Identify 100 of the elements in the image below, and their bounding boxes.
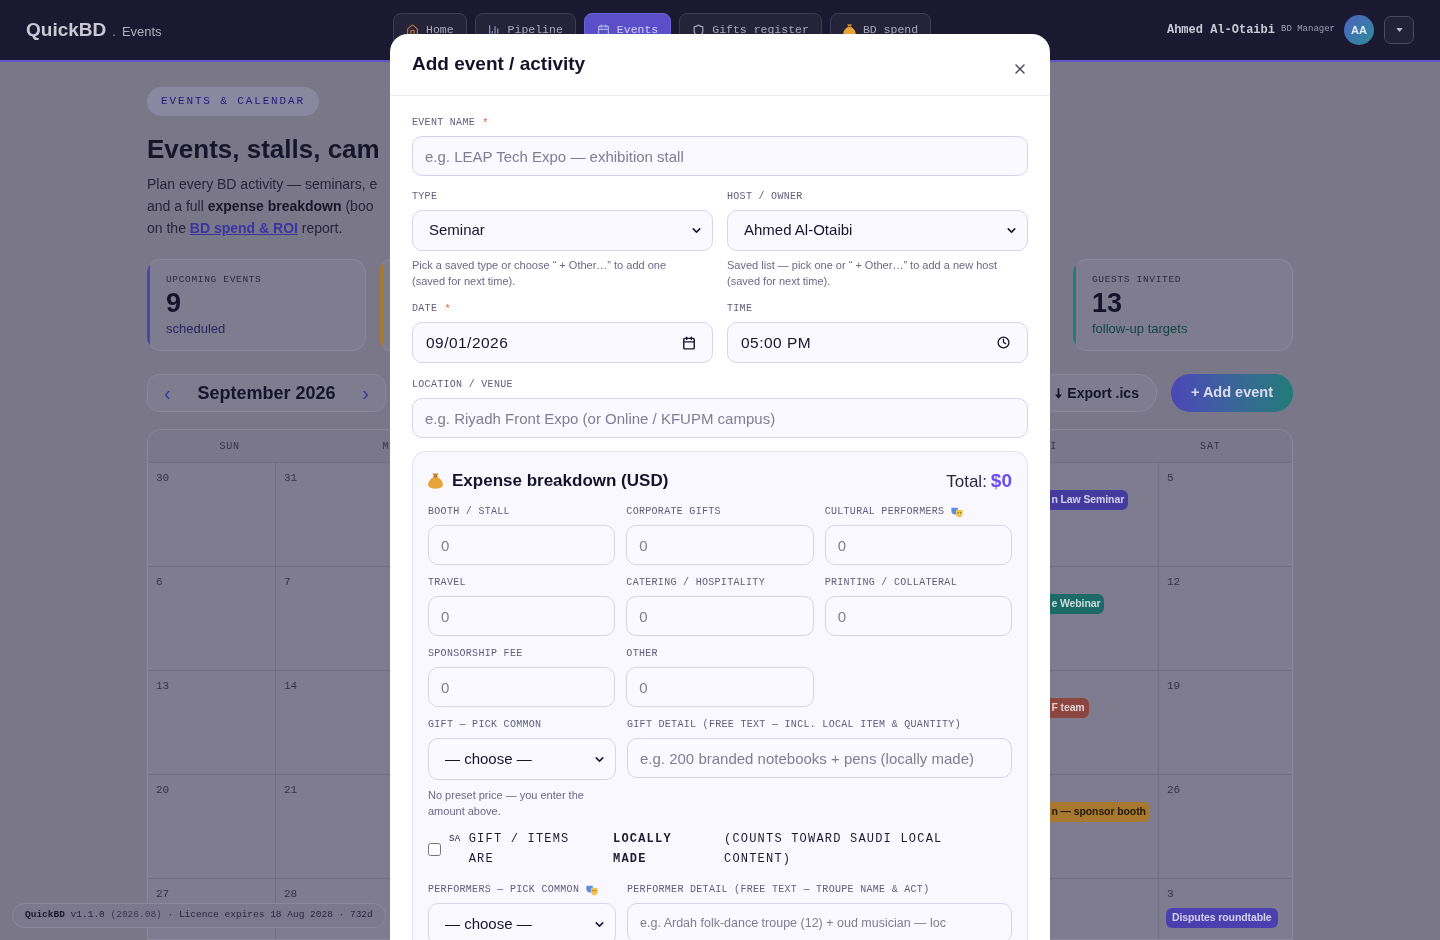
user-avatar[interactable]: AA: [1344, 15, 1374, 45]
day-number: 3: [1167, 888, 1174, 901]
day-number: 12: [1167, 576, 1181, 589]
performers-select[interactable]: — choose —: [428, 903, 616, 940]
user-role: BD Manager: [1281, 23, 1335, 37]
field-label: TYPE: [412, 191, 438, 203]
theater-masks-icon: [586, 884, 599, 896]
intro-paragraph: Plan every BD activity — seminars, e and a full expense breakdown (boo on the BD spend & ROI report.: [147, 175, 378, 238]
amount-field[interactable]: 0: [428, 596, 616, 636]
add-event-button[interactable]: + Add event: [1170, 374, 1293, 412]
type-select[interactable]: Seminar: [412, 210, 713, 251]
date-field[interactable]: 09/01/2026: [412, 322, 713, 363]
licence-text: · Licence expires 18 Aug 2028 · 732d: [167, 908, 373, 923]
field-label: PRINTING / COLLATERAL: [824, 577, 957, 589]
day-number: 27: [156, 888, 170, 901]
field-label: TIME: [727, 303, 753, 315]
calendar-icon[interactable]: [682, 335, 696, 350]
day-number: 21: [284, 784, 298, 797]
build-text: (2026.08): [110, 908, 162, 923]
amount-field[interactable]: 0: [428, 667, 616, 707]
section-tag: EVENTS & CALENDAR: [147, 87, 319, 116]
day-number: 19: [1167, 680, 1181, 693]
clock-icon[interactable]: [997, 336, 1010, 349]
user-name: Ahmed Al-Otaibi: [1166, 22, 1275, 39]
app-logo[interactable]: QuickBD: [26, 15, 107, 45]
checkbox-label: (COUNTS TOWARD SAUDI LOCAL CONTENT): [724, 832, 943, 866]
event-chip[interactable]: e Webinar: [1050, 594, 1105, 614]
close-icon: [1012, 61, 1028, 77]
required-mark: *: [482, 117, 489, 129]
location-field[interactable]: e.g. Riyadh Front Expo (or Online / KFUPM campus): [412, 398, 1028, 438]
field-label: GIFT DETAIL (FREE TEXT — INCL. LOCAL ITEM & QUANTITY): [627, 719, 961, 731]
field-label: PERFORMERS — PICK COMMON: [428, 884, 580, 896]
section-title: Events: [121, 22, 162, 41]
total-amount: $0: [990, 468, 1012, 493]
app-name: QuickBD: [25, 908, 65, 923]
version-text: v1.1.0: [70, 908, 105, 923]
field-hint: Saved list — pick one or “ + Other…” to add a new host (saved for next time).: [727, 258, 998, 289]
gift-detail-field[interactable]: e.g. 200 branded notebooks + pens (locally made): [627, 738, 1012, 778]
caret-icon: [1395, 28, 1403, 32]
event-chip[interactable]: F team: [1050, 698, 1089, 718]
month-title: September 2026: [197, 381, 336, 405]
money-bag-icon: [428, 473, 443, 489]
stat-label: GUESTS INVITED: [1092, 274, 1182, 286]
day-number: 14: [284, 680, 298, 693]
amount-field[interactable]: 0: [824, 525, 1012, 565]
checkbox-label: LOCALLY MADE: [613, 832, 672, 866]
stat-note: follow-up targets: [1092, 320, 1188, 338]
amount-field[interactable]: 0: [626, 667, 814, 707]
field-label: OTHER: [626, 648, 658, 660]
day-number: 26: [1167, 784, 1181, 797]
field-label: CULTURAL PERFORMERS: [824, 506, 945, 518]
weekday-label: M: [382, 439, 390, 454]
field-label: CORPORATE GIFTS: [626, 506, 721, 518]
event-chip[interactable]: Disputes roundtable: [1166, 908, 1278, 928]
field-hint: Pick a saved type or choose “ + Other…” to add one (saved for next time).: [412, 258, 668, 289]
field-label: GIFT — PICK COMMON: [428, 719, 542, 731]
shield-icon: [692, 23, 706, 37]
close-button[interactable]: [1012, 61, 1028, 77]
flag-text: SA: [449, 833, 461, 846]
house-icon: [406, 23, 419, 37]
stat-value: 9: [166, 288, 182, 318]
event-name-field[interactable]: e.g. LEAP Tech Expo — exhibition stall: [412, 136, 1028, 176]
stat-note: scheduled: [166, 320, 226, 338]
time-field[interactable]: 05:00 PM: [727, 322, 1028, 363]
field-label: EVENT NAME: [412, 117, 475, 129]
field-label: SPONSORSHIP FEE: [428, 648, 523, 660]
host-select[interactable]: Ahmed Al-Otaibi: [727, 210, 1028, 251]
amount-field[interactable]: 0: [428, 525, 616, 565]
day-number: 13: [156, 680, 170, 693]
title-separator: .: [112, 22, 116, 41]
event-chip[interactable]: n Law Seminar: [1050, 490, 1129, 510]
gift-select[interactable]: — choose —: [428, 738, 616, 780]
theater-masks-icon: [951, 506, 964, 518]
arrow-down-icon: [1055, 387, 1063, 399]
dialog-title: Add event / activity: [412, 52, 586, 77]
field-label: HOST / OWNER: [727, 191, 803, 203]
expense-title: Expense breakdown (USD): [452, 470, 669, 493]
bar-chart-icon: [487, 23, 501, 37]
field-label: LOCATION / VENUE: [412, 379, 513, 391]
field-hint: No preset price — you enter the amount above.: [428, 788, 585, 819]
stat-value: 13: [1092, 288, 1123, 318]
field-label: TRAVEL: [428, 577, 466, 589]
weekday-label: I: [1050, 439, 1057, 454]
amount-field[interactable]: 0: [626, 596, 814, 636]
stat-label: UPCOMING EVENTS: [166, 274, 262, 286]
checkbox-label: GIFT / ITEMS ARE: [468, 831, 571, 868]
field-label: PERFORMER DETAIL (FREE TEXT — TROUPE NAME & ACT): [627, 884, 930, 896]
day-number: 30: [156, 472, 170, 485]
event-chip[interactable]: n — sponsor booth: [1050, 802, 1150, 822]
required-mark: *: [444, 303, 451, 315]
performer-detail-field[interactable]: e.g. Ardah folk-dance troupe (12) + oud musician — loc: [627, 903, 1012, 940]
amount-field[interactable]: 0: [626, 525, 814, 565]
weekday-label: SAT: [1200, 439, 1221, 454]
day-number: 31: [284, 472, 298, 485]
day-number: 6: [156, 576, 163, 589]
export-button[interactable]: Export .ics: [1050, 374, 1157, 412]
amount-field[interactable]: 0: [824, 596, 1012, 636]
locally-made-checkbox[interactable]: [428, 842, 441, 856]
field-label: CATERING / HOSPITALITY: [626, 577, 765, 589]
day-number: 20: [156, 784, 170, 797]
